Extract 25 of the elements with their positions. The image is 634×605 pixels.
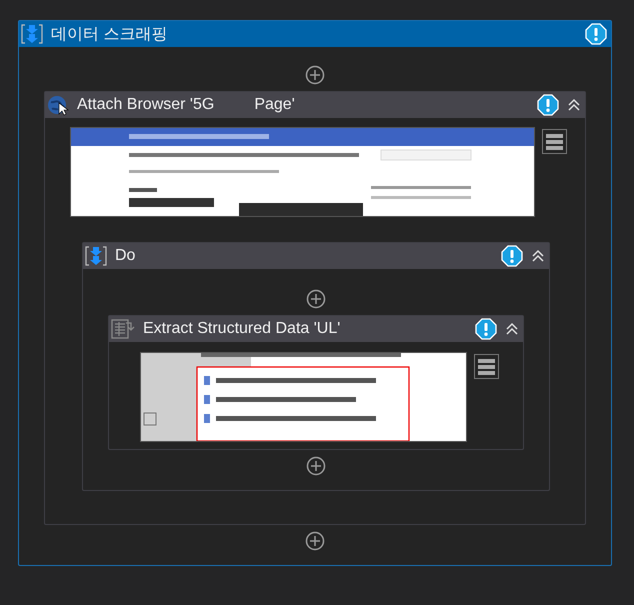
activity-card[interactable]: Attach Browser '5G Page' Do Extract Structured Data 'UL' (44, 91, 586, 525)
activity-title: 데이터 스크래핑 (51, 24, 168, 44)
activity-title: Extract Structured Data 'UL' (143, 320, 342, 338)
add-activity-icon[interactable] (305, 65, 325, 85)
sequence-icon (21, 23, 43, 45)
collapse-icon[interactable] (531, 249, 545, 263)
warning-icon[interactable] (475, 318, 497, 340)
collapse-icon[interactable] (567, 98, 581, 112)
warning-icon[interactable] (501, 245, 523, 267)
activity-card[interactable]: 데이터 스크래핑 Attach Browser '5G Page' Do Extract Structured Data 'UL' (18, 20, 612, 566)
activity-title: Attach Browser '5G Page' (77, 96, 296, 114)
warning-icon[interactable] (585, 23, 607, 45)
warning-icon[interactable] (537, 94, 559, 116)
activity-card[interactable]: Do Extract Structured Data 'UL' (82, 242, 550, 491)
add-activity-icon[interactable] (306, 289, 326, 309)
collapse-icon[interactable] (505, 322, 519, 336)
sequence-icon (85, 245, 107, 267)
activity-card[interactable]: Extract Structured Data 'UL' (108, 315, 524, 450)
menu-button[interactable] (542, 129, 567, 154)
menu-button[interactable] (474, 354, 499, 379)
add-activity-icon[interactable] (306, 456, 326, 476)
table-document-icon (111, 318, 135, 340)
add-activity-icon[interactable] (305, 531, 325, 551)
globe-cursor-icon (47, 94, 69, 116)
activity-title: Do (115, 247, 136, 265)
